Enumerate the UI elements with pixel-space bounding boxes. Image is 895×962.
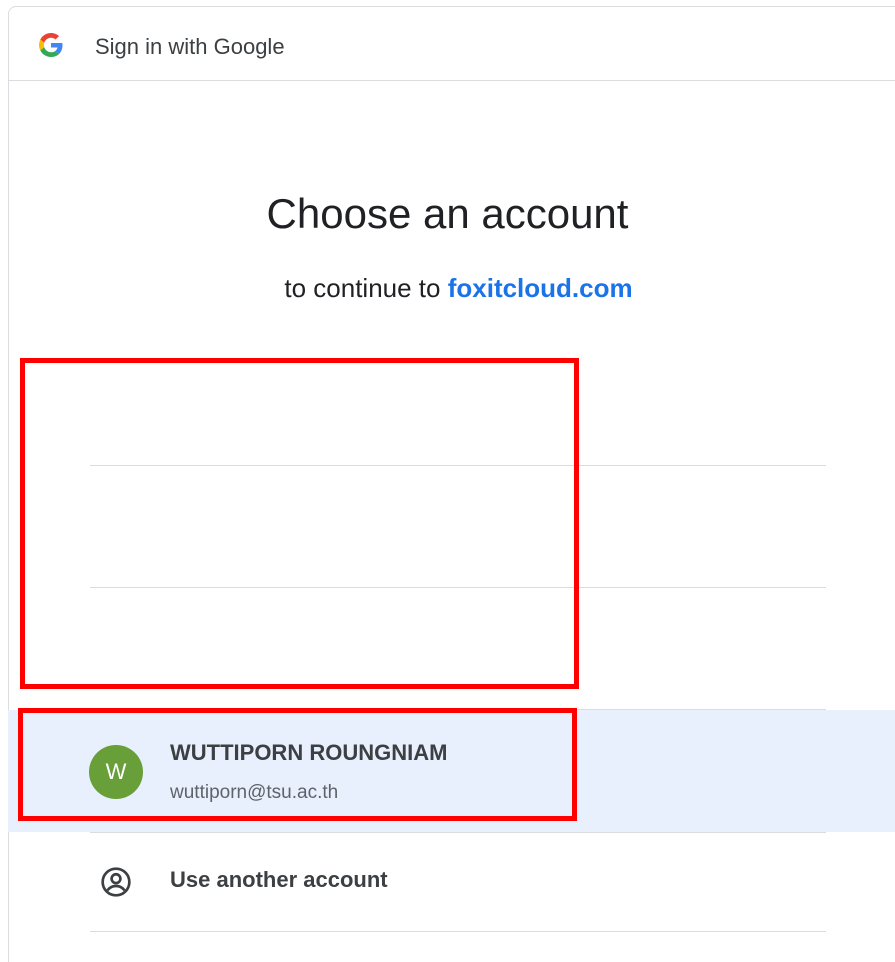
window-title: Sign in with Google <box>95 34 285 59</box>
app-domain-link[interactable]: foxitcloud.com <box>448 273 633 303</box>
account-circle-icon <box>101 867 131 897</box>
google-g-icon <box>39 33 63 57</box>
page-title: Choose an account <box>266 190 629 237</box>
subtitle-prefix: to continue to <box>284 273 448 303</box>
titlebar: Sign in with Google <box>9 7 895 81</box>
page-subtitle: to continue to foxitcloud.com <box>0 273 895 304</box>
use-another-account-button[interactable]: Use another account <box>8 833 895 931</box>
annotation-box <box>18 708 577 821</box>
annotation-box <box>20 358 579 689</box>
list-divider <box>90 931 826 932</box>
use-another-account-label: Use another account <box>170 867 388 892</box>
